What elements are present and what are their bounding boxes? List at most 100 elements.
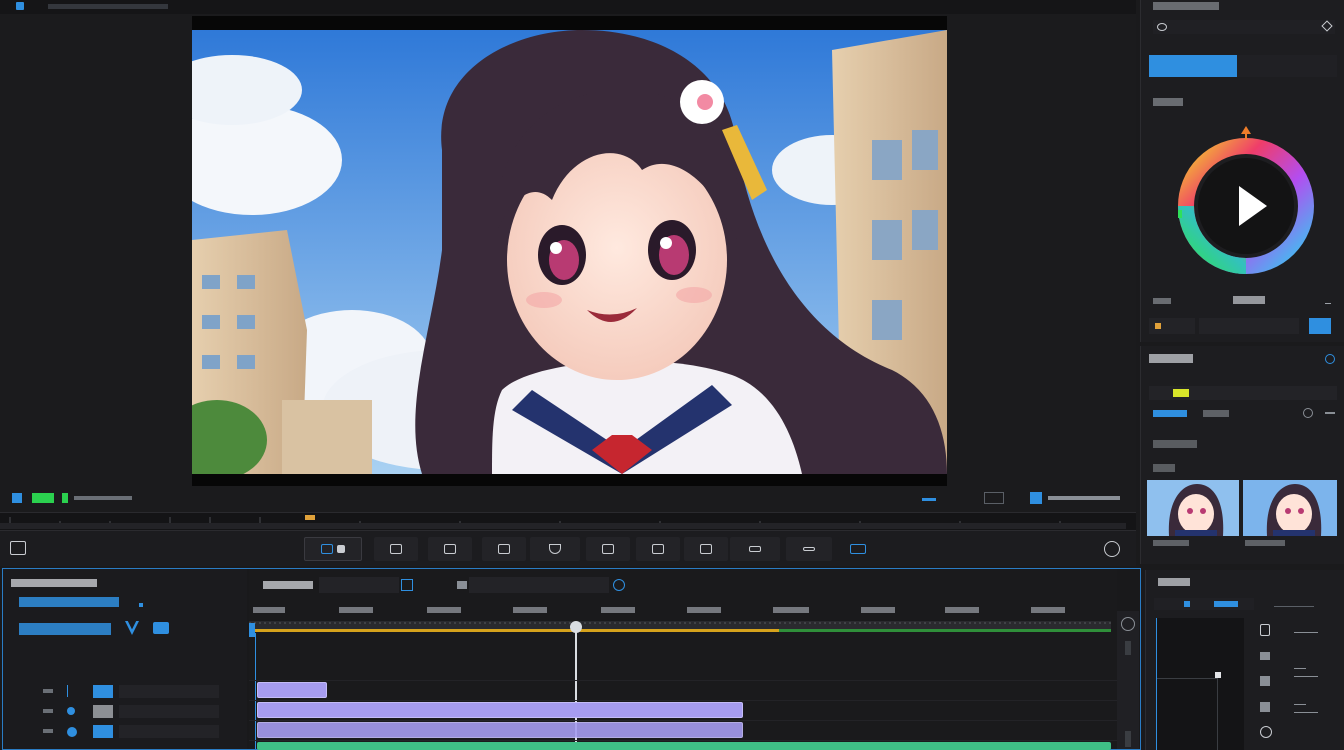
track-3-name[interactable] (119, 725, 219, 738)
zoom-icon[interactable] (1121, 617, 1135, 631)
level-meter-track[interactable] (1149, 386, 1337, 400)
effects-tab[interactable] (1203, 410, 1229, 417)
scale-value-2[interactable] (1294, 676, 1318, 677)
m-icon[interactable] (1030, 492, 1042, 504)
scrollbar-bottom-thumb[interactable] (1125, 731, 1131, 747)
check-icon[interactable] (125, 621, 139, 635)
link-icon[interactable] (153, 622, 169, 634)
chat-icon[interactable] (1104, 541, 1120, 557)
overlay-toggle-button[interactable] (838, 537, 878, 561)
in-marker[interactable] (305, 515, 315, 520)
opacity-icon[interactable] (1260, 726, 1272, 738)
effect-thumbnail-1[interactable] (1147, 480, 1239, 536)
scale-value[interactable] (1294, 668, 1306, 669)
track-row-5[interactable] (249, 741, 1117, 750)
track-row-4[interactable] (249, 721, 1117, 741)
crop-tool-button[interactable] (586, 537, 630, 561)
effects-row[interactable] (19, 623, 111, 635)
timeline-ruler[interactable] (249, 603, 1117, 633)
clip-title[interactable] (257, 682, 327, 698)
rotate-value[interactable] (1294, 704, 1306, 705)
track-tool-row[interactable] (19, 597, 119, 607)
playhead-handle[interactable] (570, 621, 582, 633)
track-3-lock-icon[interactable] (43, 729, 53, 733)
track-1-lock-icon[interactable] (43, 689, 53, 693)
scrollbar-thumb[interactable] (1125, 641, 1131, 655)
settings-icon[interactable] (1157, 23, 1167, 31)
clip-video-main[interactable] (257, 702, 743, 718)
zoom-marker[interactable] (922, 498, 936, 501)
mode-tab-active[interactable] (1149, 55, 1237, 77)
clip-audio[interactable] (257, 742, 1111, 750)
timeline-scrollbar[interactable] (1117, 611, 1139, 749)
status-indicator (62, 493, 68, 503)
selection-tool-button[interactable] (304, 537, 362, 561)
track-2-visibility-icon[interactable] (67, 707, 75, 715)
clip-video-overlay[interactable] (257, 722, 743, 738)
timeline-search-input[interactable] (469, 577, 609, 593)
expand-icon[interactable] (1321, 20, 1333, 32)
effects-search-icon[interactable] (1303, 408, 1313, 418)
track-row-3[interactable] (249, 701, 1117, 721)
sequence-dropdown[interactable] (319, 577, 399, 593)
refresh-icon[interactable] (613, 579, 625, 591)
search-icon[interactable] (457, 581, 467, 589)
slip-tool-button[interactable] (482, 537, 526, 561)
fit-icon[interactable] (984, 492, 1004, 504)
timeline-tracks-area[interactable] (249, 569, 1117, 750)
preview-scrub-ruler[interactable] (0, 512, 1136, 530)
menu-strip[interactable] (48, 4, 168, 9)
effects-title (1149, 354, 1193, 363)
position-icon[interactable] (1260, 652, 1270, 660)
color-wheel[interactable] (1171, 124, 1321, 280)
effect-thumbnail-2[interactable] (1243, 480, 1337, 536)
audio-tool-button[interactable] (786, 537, 832, 561)
ruler-ticks (0, 515, 1126, 529)
track-2-name[interactable] (119, 705, 219, 718)
lock-icon[interactable] (1260, 624, 1270, 636)
hue-marker-icon[interactable] (1241, 126, 1251, 134)
apply-button[interactable] (1309, 318, 1331, 334)
properties-tabs[interactable] (1154, 598, 1254, 610)
trim-tool-button[interactable] (428, 537, 472, 561)
effects-link-icon[interactable] (1325, 354, 1335, 364)
sequence-settings-icon[interactable] (401, 579, 413, 591)
transform-tool-button[interactable] (636, 537, 680, 561)
video-preview-image[interactable] (192, 30, 947, 474)
position-value[interactable] (1294, 632, 1318, 633)
track-row-1[interactable] (249, 661, 1117, 681)
properties-tab-active[interactable] (1214, 601, 1238, 607)
rendered-range-green (779, 629, 1111, 632)
wheel-value-label (1233, 296, 1265, 304)
scale-icon[interactable] (1260, 676, 1270, 686)
record-indicator[interactable] (32, 493, 54, 503)
snap-icon[interactable] (12, 493, 22, 503)
track-header-1 (43, 685, 223, 699)
properties-preview-box[interactable] (1156, 618, 1244, 750)
effects-subcategory (1153, 464, 1175, 472)
track-3-visibility-icon[interactable] (67, 727, 77, 737)
track-2-lock-icon[interactable] (43, 709, 53, 713)
text-tool-button[interactable] (684, 537, 728, 561)
track-1-visibility-icon[interactable] (67, 685, 75, 697)
track-row-2[interactable] (249, 681, 1117, 701)
track-header-2 (43, 705, 223, 719)
track-1-name[interactable] (119, 685, 219, 698)
rotate-value-2[interactable] (1294, 712, 1318, 713)
align-tool-button[interactable] (730, 537, 780, 561)
value-input[interactable] (1199, 318, 1299, 334)
audio-icon (803, 547, 815, 551)
razor-tool-button[interactable] (374, 537, 418, 561)
layout-icon[interactable] (10, 541, 26, 555)
top-menu-bar (0, 0, 1136, 14)
rotate-icon[interactable] (1260, 702, 1270, 712)
mode-tab[interactable] (1237, 55, 1337, 77)
effects-collapse-icon[interactable] (1325, 412, 1335, 414)
preset-dropdown[interactable] (1149, 318, 1195, 334)
wheel-min-label (1153, 298, 1171, 304)
mask-tool-button[interactable] (530, 537, 580, 561)
effects-tab-active[interactable] (1153, 410, 1187, 417)
view-options[interactable] (1048, 496, 1120, 500)
track-3-thumb (93, 725, 113, 738)
color-panel (1140, 0, 1344, 342)
